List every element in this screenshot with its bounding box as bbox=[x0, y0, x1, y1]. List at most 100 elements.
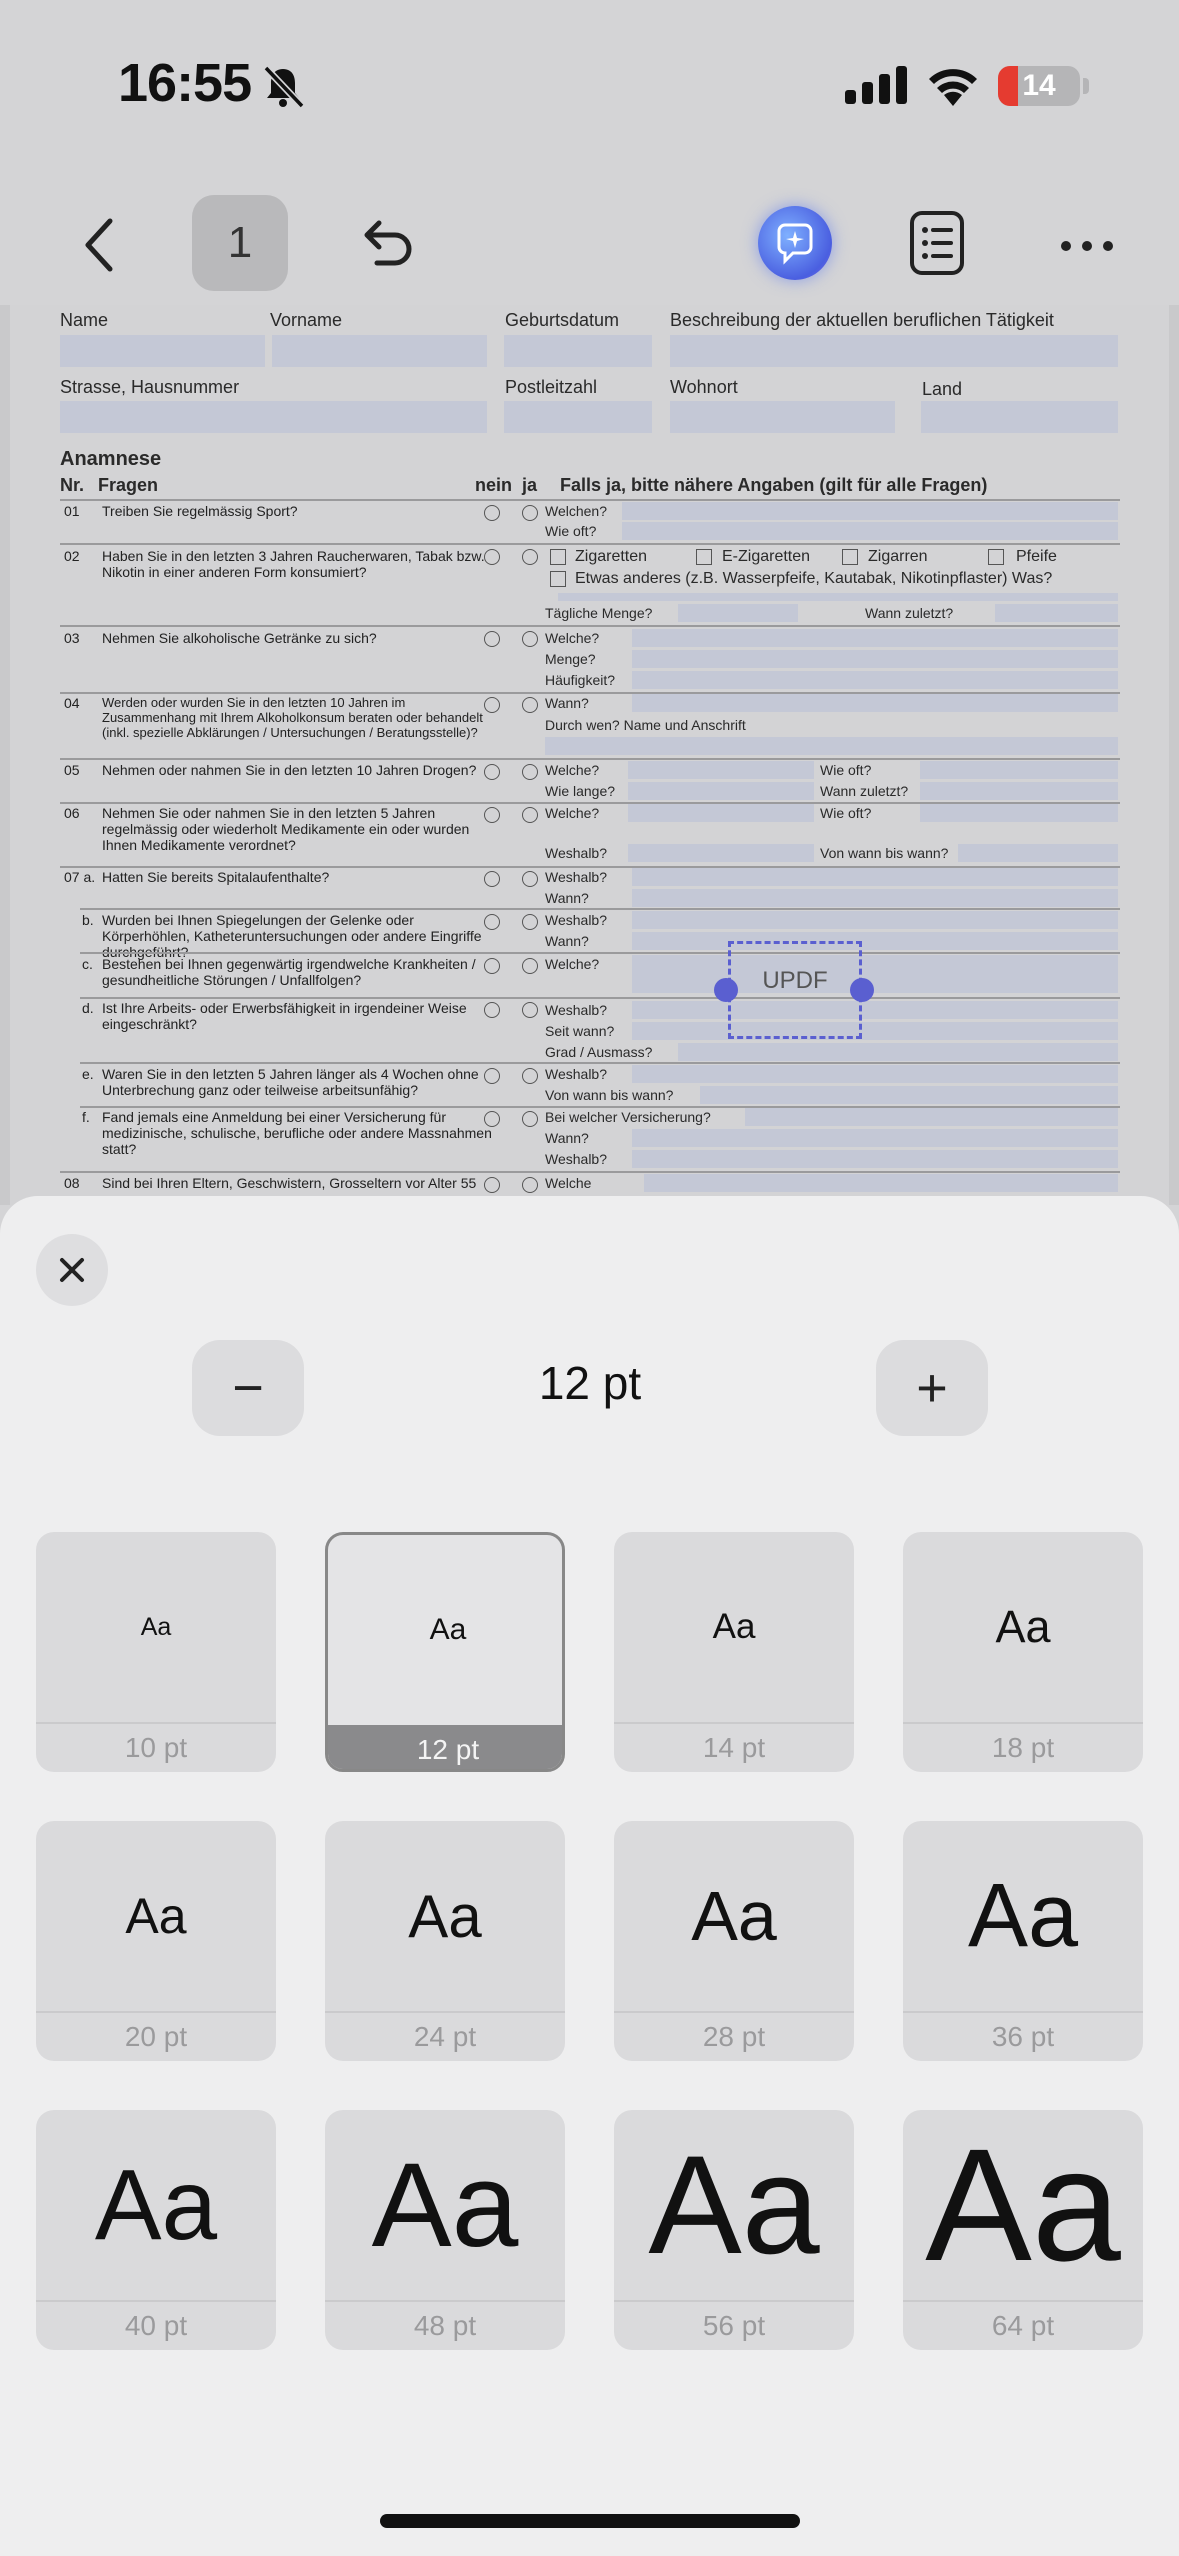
ai-assistant-button[interactable] bbox=[758, 206, 832, 280]
size-preset-14[interactable]: Aa 14 pt bbox=[614, 1532, 854, 1772]
detail-field[interactable] bbox=[644, 1174, 1118, 1192]
detail-field[interactable] bbox=[632, 694, 1118, 712]
size-preset-18[interactable]: Aa 18 pt bbox=[903, 1532, 1143, 1772]
back-button[interactable] bbox=[70, 210, 130, 280]
detail-field[interactable] bbox=[920, 782, 1118, 800]
resize-handle-right[interactable] bbox=[850, 978, 874, 1002]
size-preset-40[interactable]: Aa 40 pt bbox=[36, 2110, 276, 2350]
detail-field[interactable] bbox=[622, 522, 1118, 540]
detail-field[interactable] bbox=[632, 911, 1118, 929]
col-details: Falls ja, bitte nähere Angaben (gilt für… bbox=[560, 475, 988, 495]
undo-button[interactable] bbox=[350, 208, 420, 278]
detail-field[interactable] bbox=[920, 804, 1118, 822]
radio-nein[interactable] bbox=[484, 958, 500, 974]
close-button[interactable] bbox=[36, 1234, 108, 1306]
detail-field[interactable] bbox=[632, 1129, 1118, 1147]
detail-field[interactable] bbox=[628, 782, 814, 800]
detail-field[interactable] bbox=[678, 604, 798, 622]
radio-ja[interactable] bbox=[522, 631, 538, 647]
detail-field[interactable] bbox=[545, 737, 1118, 755]
detail-field[interactable] bbox=[632, 1022, 1118, 1040]
name-field[interactable] bbox=[60, 335, 265, 367]
detail-field[interactable] bbox=[632, 889, 1118, 907]
radio-nein[interactable] bbox=[484, 631, 500, 647]
more-button[interactable] bbox=[1052, 216, 1122, 276]
radio-nein[interactable] bbox=[484, 1068, 500, 1084]
strasse-field[interactable] bbox=[60, 401, 487, 433]
size-preset-24[interactable]: Aa 24 pt bbox=[325, 1821, 565, 2061]
checkbox[interactable] bbox=[988, 549, 1004, 565]
radio-nein[interactable] bbox=[484, 505, 500, 521]
detail-field[interactable] bbox=[628, 804, 814, 822]
detail-field[interactable] bbox=[632, 671, 1118, 689]
detail-field[interactable] bbox=[745, 1108, 1118, 1126]
size-preset-20[interactable]: Aa 20 pt bbox=[36, 1821, 276, 2061]
radio-ja[interactable] bbox=[522, 1068, 538, 1084]
radio-ja[interactable] bbox=[522, 871, 538, 887]
radio-ja[interactable] bbox=[522, 1177, 538, 1193]
detail-field[interactable] bbox=[678, 1043, 1118, 1061]
detail-field[interactable] bbox=[920, 761, 1118, 779]
radio-ja[interactable] bbox=[522, 1002, 538, 1018]
beruf-field[interactable] bbox=[670, 335, 1118, 367]
pdf-document-view[interactable]: Name Vorname Geburtsdatum Beschreibung d… bbox=[0, 305, 1179, 1205]
radio-nein[interactable] bbox=[484, 914, 500, 930]
radio-ja[interactable] bbox=[522, 764, 538, 780]
detail-field[interactable] bbox=[628, 761, 814, 779]
checkbox[interactable] bbox=[696, 549, 712, 565]
plz-field[interactable] bbox=[504, 401, 652, 433]
size-preset-10[interactable]: Aa 10 pt bbox=[36, 1532, 276, 1772]
detail-field[interactable] bbox=[558, 593, 1118, 601]
radio-ja[interactable] bbox=[522, 914, 538, 930]
detail-label: Menge? bbox=[545, 651, 596, 667]
radio-ja[interactable] bbox=[522, 1111, 538, 1127]
size-preset-12[interactable]: Aa 12 pt bbox=[325, 1532, 565, 1772]
detail-field[interactable] bbox=[958, 844, 1118, 862]
wohnort-field[interactable] bbox=[670, 401, 895, 433]
detail-field[interactable] bbox=[632, 868, 1118, 886]
outline-button[interactable] bbox=[905, 206, 969, 280]
radio-nein[interactable] bbox=[484, 764, 500, 780]
radio-nein[interactable] bbox=[484, 807, 500, 823]
detail-label: Von wann bis wann? bbox=[820, 845, 949, 861]
radio-ja[interactable] bbox=[522, 697, 538, 713]
detail-field[interactable] bbox=[995, 604, 1118, 622]
checkbox[interactable] bbox=[842, 549, 858, 565]
detail-field[interactable] bbox=[632, 629, 1118, 647]
land-field[interactable] bbox=[921, 401, 1118, 433]
radio-ja[interactable] bbox=[522, 958, 538, 974]
checkbox[interactable] bbox=[550, 549, 566, 565]
geburtsdatum-field[interactable] bbox=[504, 335, 652, 367]
radio-ja[interactable] bbox=[522, 549, 538, 565]
size-preset-64[interactable]: Aa 64 pt bbox=[903, 2110, 1143, 2350]
size-preset-36[interactable]: Aa 36 pt bbox=[903, 1821, 1143, 2061]
detail-field[interactable] bbox=[700, 1086, 1118, 1104]
home-indicator[interactable] bbox=[380, 2514, 800, 2528]
resize-handle-left[interactable] bbox=[714, 978, 738, 1002]
detail-field[interactable] bbox=[632, 955, 1118, 993]
radio-nein[interactable] bbox=[484, 871, 500, 887]
radio-nein[interactable] bbox=[484, 697, 500, 713]
increase-size-button[interactable]: + bbox=[876, 1340, 988, 1436]
radio-nein[interactable] bbox=[484, 549, 500, 565]
detail-field[interactable] bbox=[622, 502, 1118, 520]
page-number-button[interactable]: 1 bbox=[192, 195, 288, 291]
radio-nein[interactable] bbox=[484, 1111, 500, 1127]
size-preset-56[interactable]: Aa 56 pt bbox=[614, 2110, 854, 2350]
detail-field[interactable] bbox=[632, 1065, 1118, 1083]
detail-field[interactable] bbox=[628, 844, 814, 862]
detail-field[interactable] bbox=[632, 1001, 1118, 1019]
radio-nein[interactable] bbox=[484, 1002, 500, 1018]
radio-ja[interactable] bbox=[522, 807, 538, 823]
size-preset-48[interactable]: Aa 48 pt bbox=[325, 2110, 565, 2350]
vorname-field[interactable] bbox=[272, 335, 487, 367]
detail-field[interactable] bbox=[632, 1150, 1118, 1168]
detail-field[interactable] bbox=[632, 932, 1118, 950]
size-preset-28[interactable]: Aa 28 pt bbox=[614, 1821, 854, 2061]
radio-ja[interactable] bbox=[522, 505, 538, 521]
radio-nein[interactable] bbox=[484, 1177, 500, 1193]
decrease-size-button[interactable]: − bbox=[192, 1340, 304, 1436]
detail-field[interactable] bbox=[632, 650, 1118, 668]
checkbox[interactable] bbox=[550, 571, 566, 587]
text-box-content[interactable]: UPDF bbox=[738, 967, 852, 995]
